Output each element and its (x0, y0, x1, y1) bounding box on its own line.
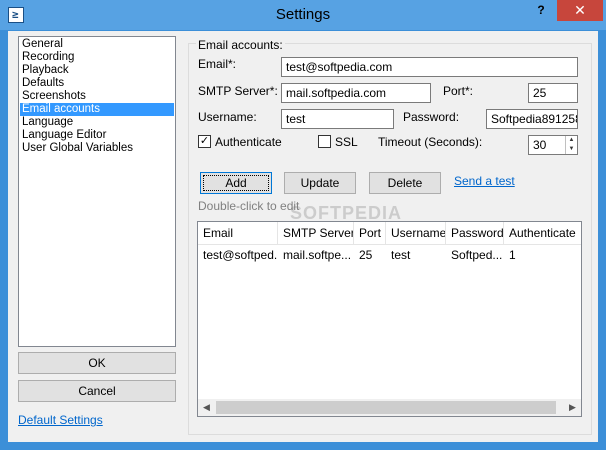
cell-smtp-server: mail.softpe... (283, 248, 352, 262)
close-button[interactable]: ✕ (557, 0, 603, 21)
cell-authenticate: 1 (509, 248, 516, 262)
table-header: Email SMTP Server Port Username Password… (198, 222, 581, 245)
ok-button[interactable]: OK (18, 352, 176, 374)
column-header-smtp-server[interactable]: SMTP Server (278, 222, 354, 244)
port-label: Port*: (443, 84, 474, 98)
email-field[interactable]: test@softpedia.com (281, 57, 578, 77)
timeout-value: 30 (533, 138, 547, 152)
spin-down-icon[interactable]: ▼ (566, 145, 577, 154)
add-button-label: Add (225, 176, 247, 190)
default-settings-link[interactable]: Default Settings (18, 413, 103, 427)
username-label: Username: (198, 110, 257, 124)
sidebar-item-email-accounts[interactable]: Email accounts (20, 103, 174, 116)
cell-password: Softped... (451, 248, 503, 262)
dialog-body: General Recording Playback Defaults Scre… (8, 31, 598, 442)
smtp-server-label: SMTP Server*: (198, 84, 278, 98)
settings-category-list[interactable]: General Recording Playback Defaults Scre… (18, 36, 176, 347)
sidebar-item-defaults[interactable]: Defaults (20, 77, 174, 90)
scroll-left-icon[interactable]: ◀ (198, 399, 215, 416)
cell-port: 25 (359, 248, 373, 262)
password-field[interactable]: Softpedia891258 (486, 109, 578, 129)
settings-window: ≥ Settings ? ✕ General Recording Playbac… (0, 0, 606, 450)
sidebar-item-general[interactable]: General (20, 38, 174, 51)
sidebar-item-language[interactable]: Language (20, 116, 174, 129)
username-field[interactable]: test (281, 109, 394, 129)
column-header-email[interactable]: Email (198, 222, 278, 244)
column-header-authenticate[interactable]: Authenticate (504, 222, 581, 244)
email-accounts-group-title: Email accounts: (196, 38, 285, 52)
email-label: Email*: (198, 57, 237, 71)
cancel-button[interactable]: Cancel (18, 380, 176, 402)
sidebar-item-recording[interactable]: Recording (20, 51, 174, 64)
sidebar-item-playback[interactable]: Playback (20, 64, 174, 77)
ssl-checkbox[interactable] (318, 135, 331, 148)
authenticate-label: Authenticate (215, 135, 282, 149)
port-field[interactable]: 25 (528, 83, 578, 103)
double-click-hint: Double-click to edit (198, 199, 300, 213)
column-header-port[interactable]: Port (354, 222, 386, 244)
sidebar-item-language-editor[interactable]: Language Editor (20, 129, 174, 142)
horizontal-scrollbar[interactable]: ◀ ▶ (198, 399, 581, 416)
scroll-right-icon[interactable]: ▶ (564, 399, 581, 416)
timeout-spin-buttons[interactable]: ▲ ▼ (565, 136, 577, 154)
sidebar-item-screenshots[interactable]: Screenshots (20, 90, 174, 103)
column-header-password[interactable]: Password (446, 222, 504, 244)
table-row[interactable]: test@softped... mail.softpe... 25 test S… (198, 245, 581, 265)
send-test-link[interactable]: Send a test (454, 174, 515, 188)
add-button[interactable]: Add (200, 172, 272, 194)
window-title: Settings (275, 6, 331, 23)
email-accounts-table[interactable]: Email SMTP Server Port Username Password… (197, 221, 582, 417)
authenticate-checkbox[interactable]: ✓ (198, 135, 211, 148)
password-label: Password: (403, 110, 460, 124)
smtp-server-field[interactable]: mail.softpedia.com (281, 83, 431, 103)
ssl-label: SSL (335, 135, 358, 149)
column-header-username[interactable]: Username (386, 222, 446, 244)
timeout-label: Timeout (Seconds): (378, 135, 483, 149)
delete-button[interactable]: Delete (369, 172, 441, 194)
update-button[interactable]: Update (284, 172, 356, 194)
sidebar-item-user-global-variables[interactable]: User Global Variables (20, 142, 174, 155)
cell-username: test (391, 248, 411, 262)
title-bar[interactable]: ≥ Settings ? ✕ (0, 0, 606, 30)
help-button[interactable]: ? (527, 0, 555, 21)
spin-up-icon[interactable]: ▲ (566, 136, 577, 145)
cell-email: test@softped... (203, 248, 278, 262)
scrollbar-thumb[interactable] (216, 401, 556, 414)
